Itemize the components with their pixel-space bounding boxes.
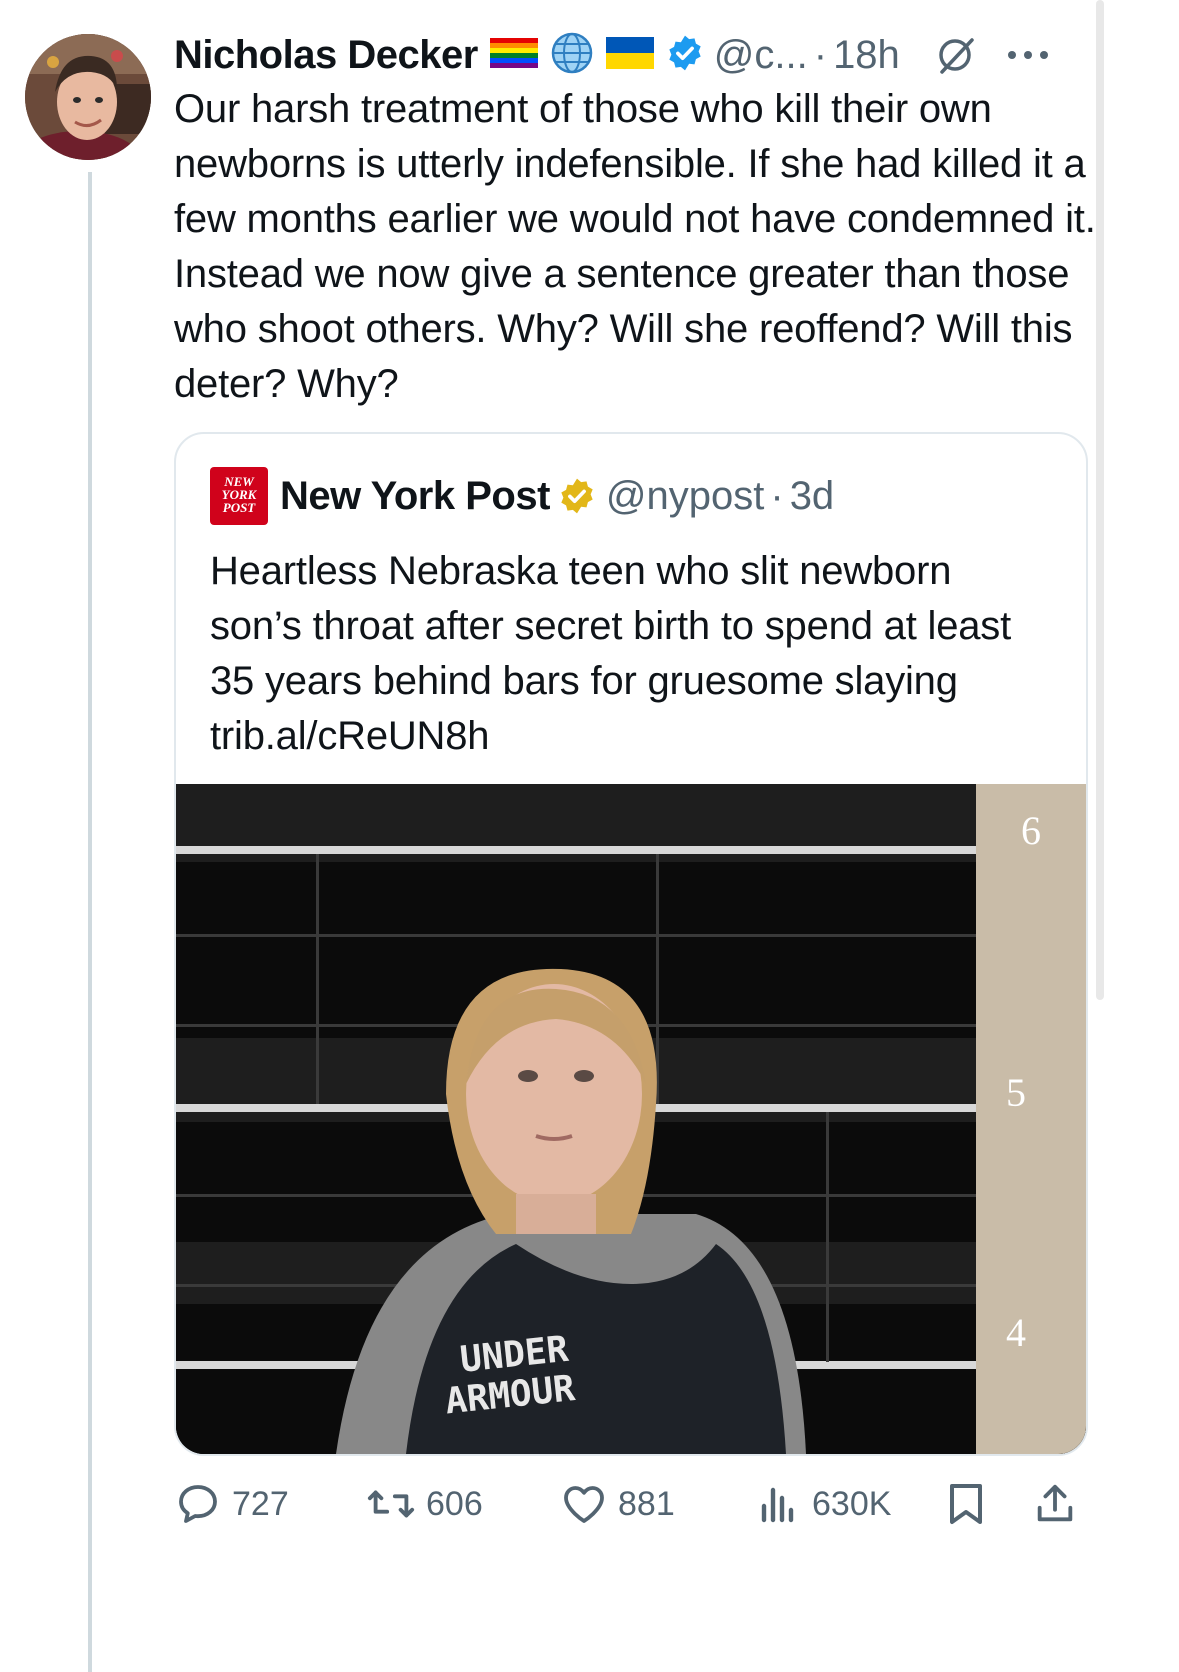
repost-button[interactable]: 606	[366, 1476, 483, 1532]
analytics-icon	[761, 1487, 794, 1523]
separator-dot: ·	[813, 32, 828, 77]
repost-count: 606	[426, 1484, 483, 1523]
quoted-header: NEW YORK POST New York Post @nypost · 3d	[210, 467, 835, 525]
nypost-logo[interactable]: NEW YORK POST	[210, 467, 268, 525]
height-mark: 6	[1021, 808, 1041, 853]
logo-text-line: POST	[222, 500, 256, 515]
reply-icon	[179, 1485, 217, 1523]
author-name[interactable]: Nicholas Decker	[174, 33, 478, 78]
ukraine-flag-icon	[605, 36, 654, 74]
bookmark-icon	[950, 1484, 982, 1524]
quoted-author-name[interactable]: New York Post	[280, 474, 550, 519]
reply-button[interactable]: 727	[174, 1476, 289, 1532]
quoted-tweet[interactable]: NEW YORK POST New York Post @nypost · 3d…	[174, 432, 1088, 1456]
heart-icon	[564, 1486, 604, 1523]
action-bar: 727 606 881 630K	[174, 1476, 1094, 1532]
rainbow-flag-icon	[489, 37, 538, 73]
tweet-text: Our harsh treatment of those who kill th…	[174, 87, 1096, 406]
tweet-header: Nicholas Decker @c... · 18h	[174, 30, 1159, 80]
avatar[interactable]	[25, 34, 151, 160]
grok-icon[interactable]	[934, 32, 980, 78]
mugshot-image[interactable]: 6 5 4 UNDER ARMOUR	[176, 784, 1086, 1454]
repost-icon	[367, 1490, 415, 1518]
verified-badge-icon	[666, 34, 704, 77]
view-count: 630K	[812, 1484, 892, 1523]
height-mark: 4	[1006, 1310, 1026, 1355]
like-count: 881	[618, 1484, 675, 1523]
separator-dot: ·	[770, 473, 784, 518]
quoted-text: Heartless Nebraska teen who slit newborn…	[210, 549, 1012, 758]
like-button[interactable]: 881	[560, 1476, 675, 1532]
thread-line	[88, 172, 92, 1672]
author-handle[interactable]: @c...	[714, 33, 808, 78]
views-button[interactable]: 630K	[754, 1476, 891, 1532]
bookmark-button[interactable]	[944, 1476, 998, 1532]
globe-icon	[550, 31, 594, 80]
height-mark: 5	[1006, 1070, 1026, 1115]
share-icon	[1037, 1484, 1073, 1522]
gold-verified-badge-icon	[558, 477, 596, 515]
reply-count: 727	[232, 1484, 289, 1523]
quoted-handle[interactable]: @nypost	[606, 474, 764, 519]
more-options-icon[interactable]	[1006, 49, 1050, 61]
share-button[interactable]	[1032, 1476, 1088, 1532]
timestamp[interactable]: 18h	[833, 33, 900, 78]
quoted-timestamp[interactable]: 3d	[790, 474, 835, 519]
